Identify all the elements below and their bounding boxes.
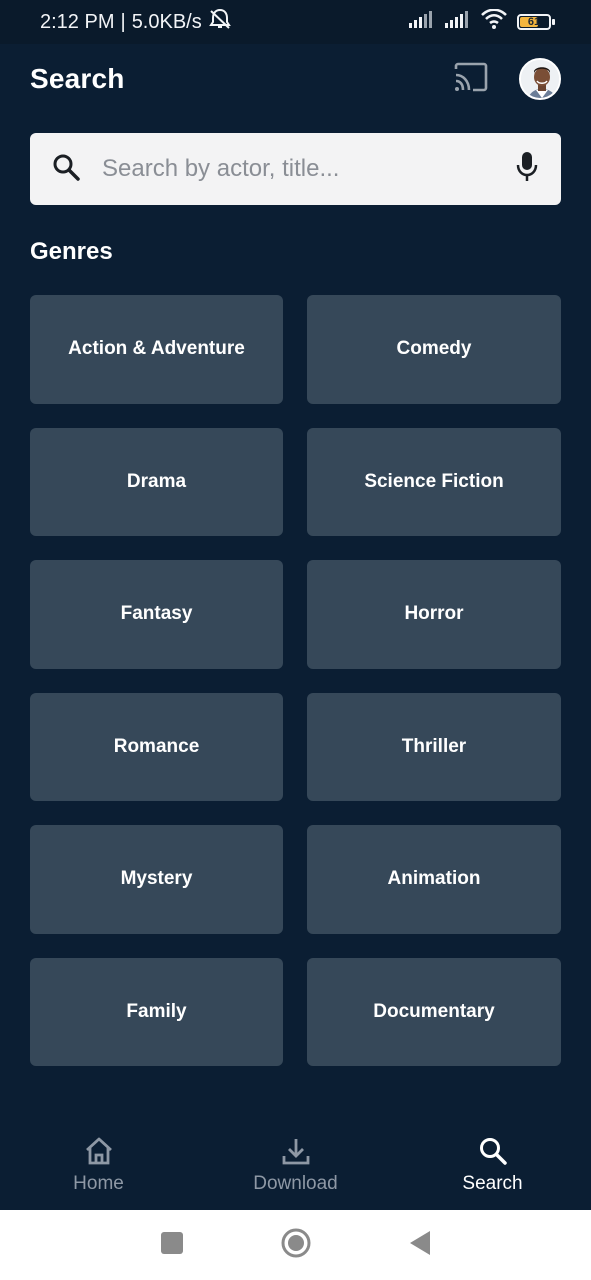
genre-tile-thriller[interactable]: Thriller — [307, 692, 561, 801]
search-bar[interactable]: Search by actor, title... — [30, 133, 561, 205]
header-actions — [453, 58, 561, 100]
status-time: 2:12 PM — [40, 10, 115, 33]
avatar[interactable] — [519, 58, 561, 100]
recents-button[interactable] — [160, 1231, 184, 1260]
genre-grid: Action & Adventure Comedy Drama Science … — [30, 295, 561, 1066]
wifi-icon — [481, 8, 507, 35]
genre-tile-mystery[interactable]: Mystery — [30, 825, 283, 934]
microphone-icon[interactable] — [515, 151, 539, 188]
system-nav-bar — [0, 1210, 591, 1280]
genre-tile-romance[interactable]: Romance — [30, 692, 283, 801]
nav-label-home: Home — [73, 1173, 124, 1194]
genre-tile-documentary[interactable]: Documentary — [307, 957, 561, 1066]
download-icon — [281, 1136, 311, 1171]
signal-icon — [409, 10, 435, 34]
genre-tile-animation[interactable]: Animation — [307, 825, 561, 934]
nav-item-home[interactable]: Home — [19, 1136, 179, 1195]
genre-tile-horror[interactable]: Horror — [307, 560, 561, 669]
status-bar: 2:12 PM | 5.0KB/s 61 — [0, 0, 591, 44]
battery-icon: 61 — [517, 14, 555, 30]
status-separator: | — [120, 10, 126, 33]
status-network-speed: 5.0KB/s — [131, 10, 202, 33]
nav-label-download: Download — [253, 1173, 338, 1194]
genre-tile-comedy[interactable]: Comedy — [307, 295, 561, 404]
genre-tile-fantasy[interactable]: Fantasy — [30, 560, 283, 669]
search-icon — [52, 153, 80, 186]
genre-tile-action-adventure[interactable]: Action & Adventure — [30, 295, 283, 404]
status-right: 61 — [409, 8, 555, 35]
nav-item-search[interactable]: Search — [413, 1136, 573, 1195]
cast-icon[interactable] — [453, 62, 489, 97]
home-icon — [83, 1136, 115, 1171]
bottom-nav: Home Download Search — [0, 1130, 591, 1210]
battery-level: 61 — [527, 16, 541, 28]
nav-item-download[interactable]: Download — [216, 1136, 376, 1195]
search-icon — [478, 1136, 508, 1171]
back-button[interactable] — [408, 1229, 432, 1262]
status-left: 2:12 PM | 5.0KB/s — [40, 8, 232, 36]
page-title: Search — [30, 63, 125, 94]
app-bar: Search — [30, 56, 561, 102]
genre-tile-drama[interactable]: Drama — [30, 427, 283, 536]
genres-heading: Genres — [30, 238, 113, 265]
alarm-off-icon — [208, 8, 232, 36]
search-input[interactable]: Search by actor, title... — [102, 155, 515, 183]
genre-tile-science-fiction[interactable]: Science Fiction — [307, 427, 561, 536]
nav-label-search: Search — [462, 1173, 523, 1194]
home-button[interactable] — [280, 1227, 312, 1264]
genre-tile-family[interactable]: Family — [30, 957, 283, 1066]
signal-icon-2 — [445, 10, 471, 34]
